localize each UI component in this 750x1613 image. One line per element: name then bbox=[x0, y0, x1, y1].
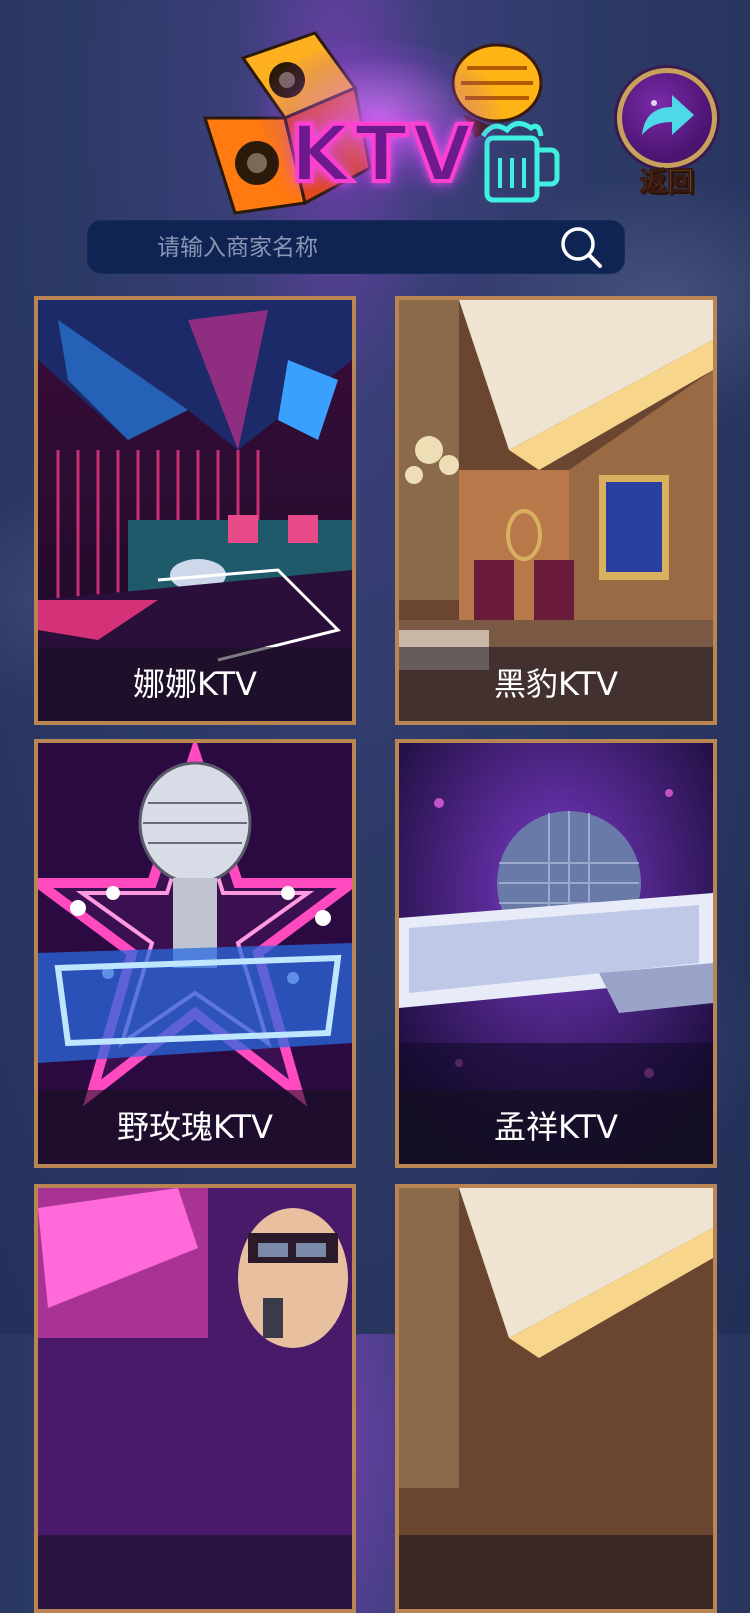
back-button[interactable]: 返回 bbox=[613, 68, 721, 199]
venue-name: 野玫瑰KTV bbox=[38, 1090, 352, 1164]
venue-card[interactable] bbox=[395, 1184, 717, 1613]
back-button-circle[interactable] bbox=[617, 68, 717, 168]
search-icon[interactable] bbox=[558, 224, 604, 270]
venue-card[interactable]: 孟祥KTV bbox=[395, 739, 717, 1168]
arrow-right-icon bbox=[642, 95, 694, 135]
venue-name: 孟祥KTV bbox=[399, 1090, 713, 1164]
venue-card[interactable]: 娜娜KTV bbox=[34, 296, 356, 725]
venue-name bbox=[38, 1535, 352, 1609]
search-input[interactable] bbox=[155, 220, 559, 276]
venue-card[interactable]: 野玫瑰KTV bbox=[34, 739, 356, 1168]
venue-card[interactable] bbox=[34, 1184, 356, 1613]
search-bar bbox=[87, 220, 625, 276]
logo-text: KTV bbox=[288, 108, 476, 202]
back-label[interactable]: 返回 bbox=[613, 160, 721, 199]
venue-name: 黑豹KTV bbox=[399, 647, 713, 721]
venue-name: 娜娜KTV bbox=[38, 647, 352, 721]
venue-name bbox=[399, 1535, 713, 1609]
venue-card[interactable]: 黑豹KTV bbox=[395, 296, 717, 725]
